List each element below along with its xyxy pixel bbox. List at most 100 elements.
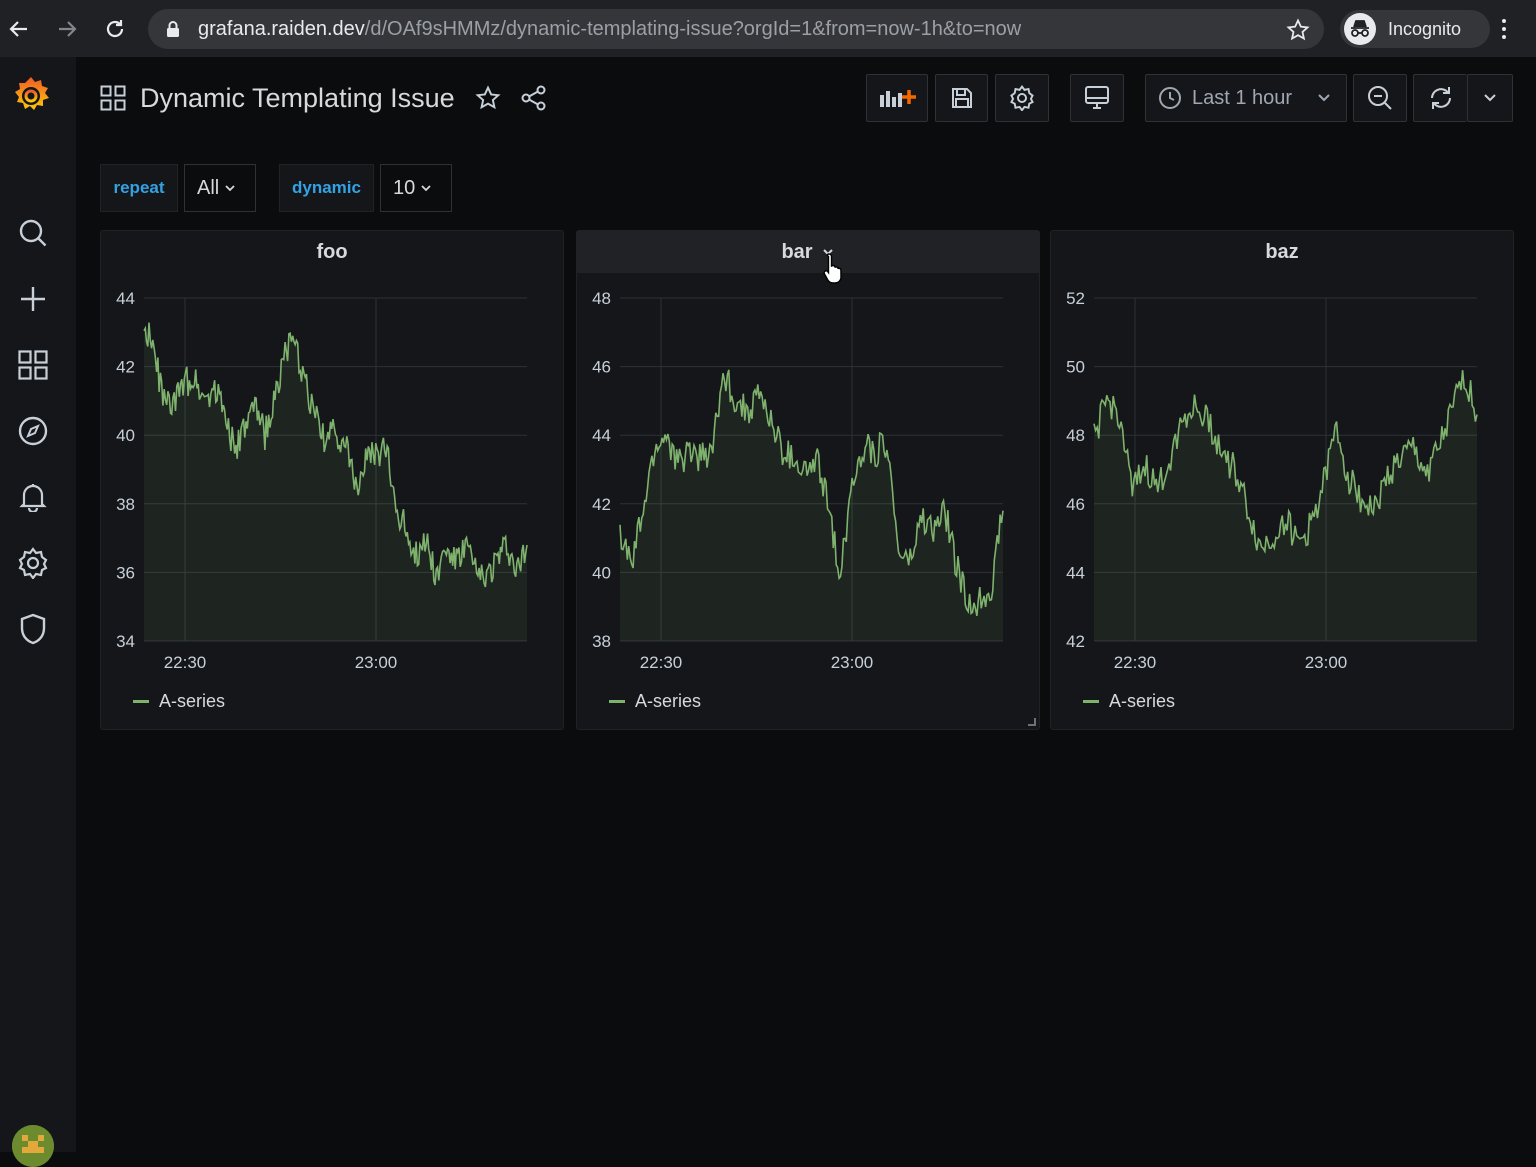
hand-cursor-icon (823, 253, 842, 284)
incognito-badge[interactable]: Incognito (1340, 10, 1490, 48)
legend-series-label: A-series (635, 691, 702, 711)
panel-resize-handle[interactable] (1028, 718, 1036, 726)
series-area-fill (144, 322, 527, 641)
variable-label-dynamic: dynamic (279, 164, 374, 212)
y-tick-label: 52 (1066, 289, 1085, 308)
incognito-icon (1344, 13, 1376, 45)
y-tick-label: 44 (1066, 563, 1085, 582)
legend[interactable]: A-series (609, 691, 701, 712)
legend-swatch (133, 700, 149, 703)
side-menu (0, 57, 76, 1167)
y-tick-label: 46 (1066, 495, 1085, 514)
chevron-down-icon (1484, 94, 1496, 102)
y-tick-label: 36 (116, 563, 135, 582)
lock-icon (167, 21, 179, 37)
variable-value-dynamic: 10 (393, 176, 416, 199)
variable-label-repeat: repeat (100, 164, 178, 212)
y-tick-label: 44 (116, 289, 135, 308)
legend-swatch (609, 700, 625, 703)
incognito-label: Incognito (1388, 18, 1462, 39)
grafana-logo-icon[interactable] (8, 73, 54, 119)
clock-icon (1159, 87, 1181, 109)
y-tick-label: 38 (116, 495, 135, 514)
graph-panel-chart[interactable]: 42 44 46 48 50 52 22:30 23:00 (1051, 273, 1513, 673)
y-tick-label: 42 (592, 495, 611, 514)
y-tick-label: 48 (1066, 426, 1085, 445)
x-tick-label: 22:30 (164, 653, 207, 672)
variable-select-repeat[interactable]: All (184, 164, 256, 212)
y-tick-label: 38 (592, 632, 611, 651)
dashboard-nav: Dynamic Templating Issue (100, 78, 547, 118)
variable-value-repeat: All (197, 176, 220, 199)
reload-icon[interactable] (100, 14, 130, 44)
explore-compass-icon[interactable] (16, 414, 50, 448)
monitor-icon (1085, 86, 1109, 109)
refresh-button[interactable] (1413, 74, 1467, 122)
y-tick-label: 42 (116, 358, 135, 377)
dashboard-title[interactable]: Dynamic Templating Issue (140, 83, 455, 114)
browser-toolbar: grafana.raiden.dev/d/OAf9sHMMz/dynamic-t… (0, 0, 1536, 57)
zoom-out-button[interactable] (1353, 74, 1407, 122)
graph-panel-chart[interactable]: 38 40 42 44 46 48 22:30 23:00 (577, 273, 1039, 673)
user-avatar[interactable] (12, 1125, 54, 1167)
legend[interactable]: A-series (133, 691, 225, 712)
series-area-fill (620, 369, 1003, 641)
y-tick-label: 34 (116, 632, 135, 651)
search-icon[interactable] (16, 216, 50, 250)
zoom-out-icon (1368, 86, 1392, 110)
panel-header[interactable]: bar (577, 231, 1039, 273)
back-icon[interactable] (4, 14, 34, 44)
x-tick-label: 22:30 (640, 653, 683, 672)
variable-select-dynamic[interactable]: 10 (380, 164, 452, 212)
forward-icon[interactable] (52, 14, 82, 44)
x-tick-label: 23:00 (831, 653, 874, 672)
url-host: grafana.raiden.dev (198, 17, 365, 40)
panel-title: baz (1265, 240, 1299, 263)
save-dashboard-button[interactable] (935, 74, 988, 122)
time-picker-button[interactable]: Last 1 hour (1145, 74, 1347, 122)
panel-baz[interactable]: baz 42 44 46 48 50 52 22:30 23:00 A-series (1050, 230, 1514, 730)
y-tick-label: 46 (592, 358, 611, 377)
configuration-gear-icon[interactable] (16, 546, 50, 580)
y-tick-label: 40 (592, 563, 611, 582)
y-tick-label: 50 (1066, 358, 1085, 377)
legend[interactable]: A-series (1083, 691, 1175, 712)
cycle-view-mode-button[interactable] (1070, 74, 1124, 122)
chevron-down-icon (225, 185, 235, 192)
legend-series-label: A-series (159, 691, 226, 711)
add-panel-icon (880, 90, 916, 107)
panel-header[interactable]: baz (1051, 231, 1513, 273)
time-range-label: Last 1 hour (1192, 86, 1293, 109)
refresh-interval-dropdown[interactable] (1467, 74, 1513, 122)
url-path: /d/OAf9sHMMz/dynamic-templating-issue?or… (364, 17, 1022, 40)
server-admin-shield-icon[interactable] (16, 612, 50, 646)
browser-menu-icon[interactable] (1496, 14, 1512, 44)
address-bar[interactable]: grafana.raiden.dev/d/OAf9sHMMz/dynamic-t… (148, 9, 1324, 49)
chevron-down-icon (421, 185, 431, 192)
dashboard-settings-button[interactable] (995, 74, 1049, 122)
add-panel-button[interactable] (866, 74, 928, 122)
dashboard-grid-icon[interactable] (100, 85, 126, 111)
x-tick-label: 23:00 (1305, 653, 1348, 672)
share-icon[interactable] (521, 85, 547, 111)
save-icon (951, 88, 972, 108)
refresh-icon (1430, 87, 1451, 109)
dashboards-icon[interactable] (16, 348, 50, 382)
mark-favorite-star-icon[interactable] (475, 85, 501, 111)
y-tick-label: 42 (1066, 632, 1085, 651)
bookmark-star-icon[interactable] (1286, 18, 1310, 42)
panel-title: foo (316, 240, 348, 263)
y-tick-label: 48 (592, 289, 611, 308)
series-area-fill (1094, 370, 1477, 641)
legend-series-label: A-series (1109, 691, 1176, 711)
panel-header[interactable]: foo (101, 231, 563, 273)
panel-foo[interactable]: foo 34 36 38 40 42 44 22:30 23:00 A-series (100, 230, 564, 730)
panel-title: bar (781, 240, 813, 263)
settings-gear-icon (1010, 85, 1034, 111)
panel-bar[interactable]: bar 38 40 42 44 46 48 22:30 23:00 A-series (576, 230, 1040, 730)
alerting-bell-icon[interactable] (16, 480, 50, 514)
create-plus-icon[interactable] (16, 282, 50, 316)
y-tick-label: 44 (592, 426, 611, 445)
graph-panel-chart[interactable]: 34 36 38 40 42 44 22:30 23:00 (101, 273, 563, 673)
x-tick-label: 22:30 (1114, 653, 1157, 672)
